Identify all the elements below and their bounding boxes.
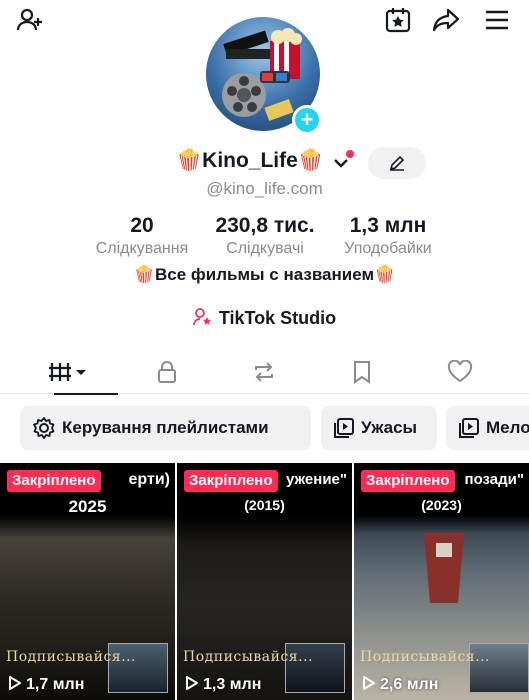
tab-underline: [54, 393, 118, 395]
play-icon: [186, 676, 198, 690]
ship-illustration: [424, 533, 464, 603]
pinned-badge: Закріплено: [184, 470, 278, 492]
notification-dot: [346, 150, 354, 158]
edit-profile-button[interactable]: [368, 147, 426, 179]
chip-label: Керування плейлистами: [62, 418, 269, 437]
tab-reposts[interactable]: [214, 350, 314, 394]
add-story-button[interactable]: +: [292, 105, 322, 135]
name-row: 🍿Kino_Life🍿: [0, 147, 529, 179]
view-count: 2,6 млн: [362, 675, 438, 694]
chevron-down-icon[interactable]: [332, 156, 350, 170]
play-icon: [363, 676, 375, 690]
gear-icon: [33, 417, 55, 439]
stat-likes[interactable]: 1,3 млн Уподобайки: [330, 213, 446, 259]
chip-label: Мело: [486, 418, 529, 437]
video-caption-year: (2023): [421, 497, 462, 513]
playlist-icon: [334, 418, 354, 438]
manage-playlists-chip[interactable]: Керування плейлистами: [20, 406, 311, 450]
playlist-chips: Керування плейлистами Ужасы Мело: [0, 406, 529, 450]
view-count-value: 1,3 млн: [203, 676, 262, 693]
view-count: 1,3 млн: [185, 675, 261, 694]
view-count-value: 1,7 млн: [26, 676, 85, 693]
bookmark-icon: [354, 361, 370, 384]
person-plus-icon[interactable]: [14, 4, 46, 36]
pencil-icon: [389, 155, 405, 171]
tab-private[interactable]: [117, 350, 217, 394]
view-count-value: 2,6 млн: [380, 676, 439, 693]
studio-label: TikTok Studio: [218, 308, 337, 328]
playlist-chip-melodrama[interactable]: Мело: [446, 406, 529, 450]
video-tile[interactable]: позади" (2023) Закріплено Подписывайся..…: [354, 463, 529, 700]
play-icon: [9, 676, 21, 690]
stat-following[interactable]: 20 Слідкування: [84, 213, 200, 259]
video-tile[interactable]: ерти) 2025 Закріплено Подписывайся... 1,…: [0, 463, 175, 700]
tab-liked[interactable]: [410, 350, 510, 394]
lock-icon: [158, 361, 176, 383]
profile-tabs: [0, 350, 529, 395]
video-grid: ерти) 2025 Закріплено Подписывайся... 1,…: [0, 463, 529, 700]
hamburger-menu-icon[interactable]: [481, 4, 513, 36]
username: @kino_life.com: [206, 179, 323, 198]
stat-value: 230,8 тис.: [215, 214, 315, 237]
video-promo-text: Подписывайся...: [360, 649, 490, 665]
video-caption-year: (2015): [244, 497, 285, 513]
stat-label: Уподобайки: [344, 240, 432, 257]
chip-label: Ужасы: [361, 418, 418, 437]
video-promo-text: Подписывайся...: [6, 649, 136, 665]
calendar-star-icon[interactable]: [382, 4, 414, 36]
playlist-icon: [459, 418, 479, 438]
avatar-container[interactable]: +: [206, 17, 322, 135]
videos-grid-icon: [49, 363, 86, 381]
playlist-chip-horror[interactable]: Ужасы: [321, 406, 437, 450]
repost-icon: [255, 362, 273, 382]
tiktok-studio-link[interactable]: TikTok Studio: [0, 307, 529, 329]
pinned-badge: Закріплено: [361, 470, 455, 492]
video-tile[interactable]: ужение" (2015) Закріплено Подписывайся..…: [177, 463, 352, 700]
view-count: 1,7 млн: [8, 675, 84, 694]
stat-label: Слідкувачі: [226, 240, 304, 257]
share-arrow-icon[interactable]: [430, 4, 462, 36]
profile-bio: 🍿Все фильмы с названием🍿: [133, 265, 396, 284]
tab-videos[interactable]: [18, 350, 118, 395]
heart-icon: [447, 360, 473, 383]
video-promo-text: Подписывайся...: [183, 649, 313, 665]
stat-value: 20: [130, 214, 154, 237]
stat-value: 1,3 млн: [349, 214, 427, 237]
pinned-badge: Закріплено: [7, 470, 101, 492]
tab-saved[interactable]: [312, 350, 412, 394]
stat-label: Слідкування: [95, 240, 189, 257]
video-caption-year: 2025: [68, 497, 107, 516]
stat-followers[interactable]: 230,8 тис. Слідкувачі: [204, 213, 326, 259]
display-name[interactable]: 🍿Kino_Life🍿: [176, 149, 324, 173]
person-star-icon: [192, 308, 211, 326]
